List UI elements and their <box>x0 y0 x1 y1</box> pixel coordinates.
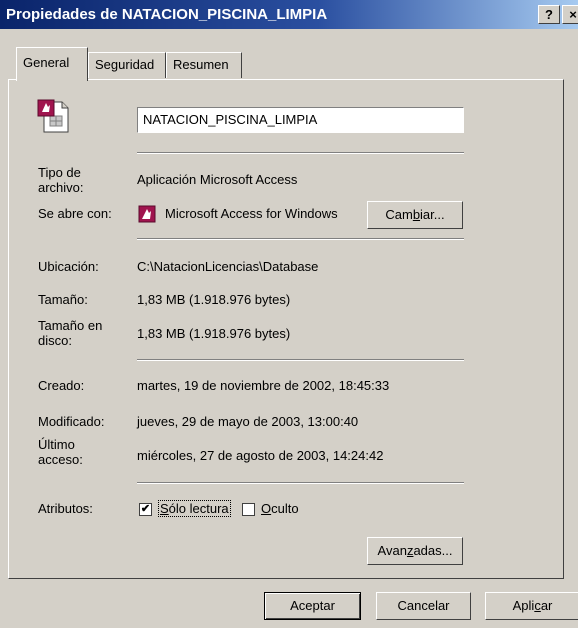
created-value: martes, 19 de noviembre de 2002, 18:45:3… <box>137 378 390 393</box>
tab-seguridad[interactable]: Seguridad <box>88 52 166 78</box>
readonly-checkbox[interactable]: ✔ <box>139 503 152 516</box>
tab-seguridad-label: Seguridad <box>95 57 155 72</box>
separator-1 <box>137 152 464 154</box>
apply-button-label-pre: Apli <box>512 598 535 613</box>
size-on-disk-label: Tamaño en disco: <box>38 318 103 348</box>
location-value: C:\NatacionLicencias\Database <box>137 259 319 274</box>
size-label: Tamaño: <box>38 292 88 307</box>
hidden-label[interactable]: Oculto <box>261 501 299 516</box>
advanced-button[interactable]: Avanzadas... <box>367 537 463 565</box>
accessed-label: Último acceso: <box>38 437 83 467</box>
separator-2 <box>137 238 464 240</box>
hidden-checkbox[interactable] <box>242 503 255 516</box>
separator-3 <box>137 359 464 361</box>
apply-button-label-post: ar <box>540 598 553 613</box>
close-button[interactable]: × <box>562 5 578 24</box>
title-bar[interactable]: Propiedades de NATACION_PISCINA_LIMPIA ?… <box>0 0 578 29</box>
readonly-label[interactable]: Sólo lectura <box>158 500 231 517</box>
accessed-value: miércoles, 27 de agosto de 2003, 14:24:4… <box>137 448 384 463</box>
properties-dialog: Propiedades de NATACION_PISCINA_LIMPIA ?… <box>0 0 578 628</box>
readonly-mnemonic: S <box>160 501 169 516</box>
change-button-label-post: iar... <box>420 207 445 222</box>
checkmark-icon: ✔ <box>140 503 151 515</box>
opens-with-label: Se abre con: <box>38 206 112 221</box>
cancel-button[interactable]: Cancelar <box>376 592 471 620</box>
hidden-mnemonic: O <box>261 501 272 516</box>
change-button-label-mnemonic: b <box>412 207 421 222</box>
hidden-label-rest: culto <box>271 501 299 516</box>
size-on-disk-value: 1,83 MB (1.918.976 bytes) <box>137 326 291 341</box>
modified-label: Modificado: <box>38 414 105 429</box>
attributes-label: Atributos: <box>38 501 93 516</box>
window-title: Propiedades de NATACION_PISCINA_LIMPIA <box>6 6 328 23</box>
separator-4 <box>137 482 464 484</box>
advanced-button-label-post: adas... <box>413 543 453 558</box>
location-label: Ubicación: <box>38 259 99 274</box>
tab-resumen[interactable]: Resumen <box>166 52 242 78</box>
file-type-value: Aplicación Microsoft Access <box>137 172 298 187</box>
readonly-label-rest: ólo lectura <box>168 501 229 516</box>
access-file-icon <box>36 98 70 134</box>
filename-field[interactable]: NATACION_PISCINA_LIMPIA <box>137 107 464 133</box>
opens-with-value: Microsoft Access for Windows <box>165 206 338 221</box>
tab-general[interactable]: General <box>16 47 88 81</box>
access-app-icon <box>138 205 156 223</box>
created-label: Creado: <box>38 378 85 393</box>
ok-button[interactable]: Aceptar <box>264 592 361 620</box>
modified-value: jueves, 29 de mayo de 2003, 13:00:40 <box>137 414 359 429</box>
change-button[interactable]: Cambiar... <box>367 201 463 229</box>
file-type-label: Tipo de archivo: <box>38 165 84 195</box>
change-button-label-pre: Cam <box>385 207 413 222</box>
tab-resumen-label: Resumen <box>173 57 229 72</box>
advanced-button-label-pre: Avan <box>377 543 407 558</box>
apply-button[interactable]: Aplicar <box>485 592 578 620</box>
help-button[interactable]: ? <box>538 5 560 24</box>
tab-general-label: General <box>23 55 70 70</box>
size-value: 1,83 MB (1.918.976 bytes) <box>137 292 291 307</box>
